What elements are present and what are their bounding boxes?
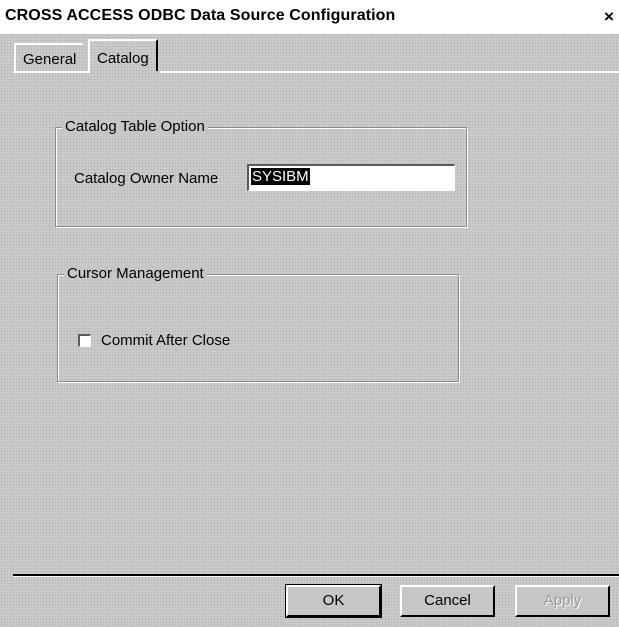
cancel-button[interactable]: Cancel: [400, 585, 495, 617]
catalog-owner-value: SYSIBM: [251, 168, 310, 185]
group-caption: Catalog Table Option: [62, 118, 208, 135]
group-caption: Cursor Management: [64, 265, 207, 282]
tab-general[interactable]: General: [14, 43, 84, 73]
commit-after-close-label[interactable]: Commit After Close: [101, 332, 230, 349]
apply-button[interactable]: Apply: [515, 585, 610, 617]
commit-after-close-checkbox[interactable]: [78, 334, 91, 347]
cursor-management-group: Cursor Management: [57, 265, 459, 382]
window-title: CROSS ACCESS ODBC Data Source Configurat…: [5, 7, 396, 24]
catalog-owner-label: Catalog Owner Name: [74, 170, 219, 187]
ok-button[interactable]: OK: [285, 584, 382, 618]
catalog-owner-input[interactable]: SYSIBM: [247, 164, 455, 191]
button-bar-divider: [13, 574, 619, 577]
title-bar: CROSS ACCESS ODBC Data Source Configurat…: [0, 0, 619, 34]
tab-catalog[interactable]: Catalog: [88, 39, 158, 73]
close-button[interactable]: ×: [601, 7, 617, 27]
